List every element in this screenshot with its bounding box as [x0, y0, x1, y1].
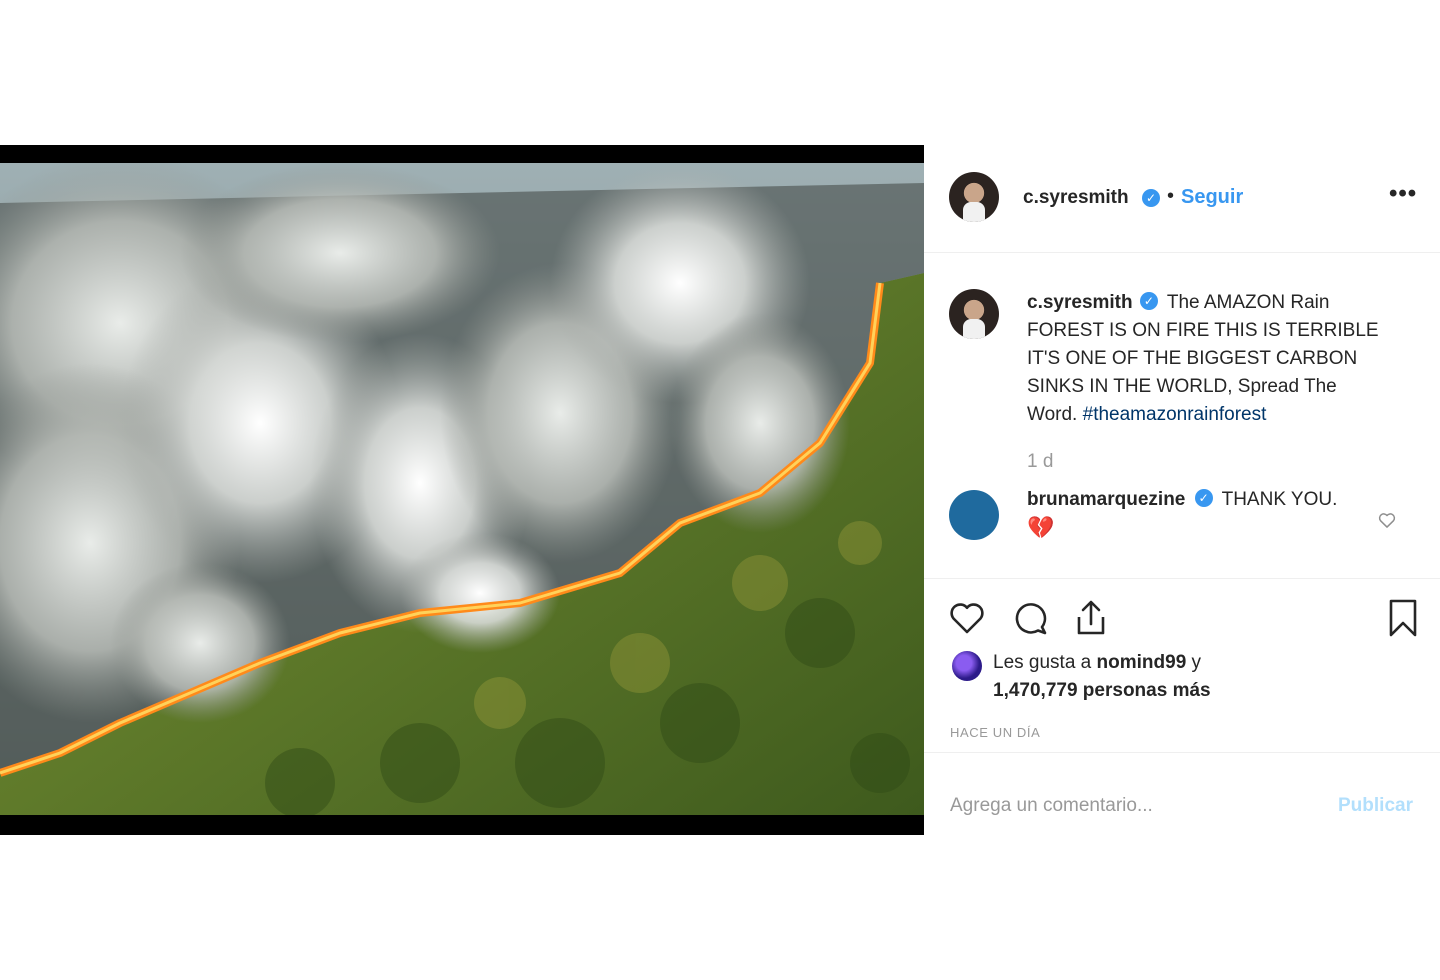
post-media-frame	[0, 145, 924, 835]
reply-comment: brunamarquezine ✓ THANK YOU. 💔	[1027, 486, 1367, 544]
publish-button[interactable]: Publicar	[1338, 795, 1413, 817]
reply-author-username[interactable]: brunamarquezine	[1027, 489, 1185, 510]
likes-first-user[interactable]: nomind99	[1097, 652, 1187, 673]
likes-conjunction: y	[1191, 652, 1202, 673]
separator-dot: •	[1167, 185, 1175, 207]
verified-icon: ✓	[1142, 189, 1160, 207]
likes-summary: Les gusta a nomind99 y 1,470,779 persona…	[993, 649, 1211, 705]
broken-heart-emoji: 💔	[1027, 515, 1055, 540]
post-image-amazon-fire[interactable]	[0, 163, 924, 815]
comment-input[interactable]	[950, 791, 1310, 821]
caption-age[interactable]: 1 d	[1027, 451, 1053, 473]
like-heart-icon[interactable]	[946, 597, 988, 639]
comment-icon[interactable]	[1009, 597, 1051, 639]
reply-like-heart-icon[interactable]	[1377, 510, 1397, 530]
liker-avatar[interactable]	[952, 651, 982, 681]
caption-author-username[interactable]: c.syresmith	[1027, 292, 1133, 313]
post-side-panel: c.syresmith ✓ • Seguir ••• c.syresmith ✓…	[924, 145, 1440, 835]
likes-count-link[interactable]: 1,470,779 personas más	[993, 680, 1211, 701]
add-comment-bar: Publicar	[924, 753, 1440, 835]
follow-button[interactable]: Seguir	[1181, 186, 1243, 209]
verified-icon: ✓	[1194, 489, 1213, 508]
caption-hashtag-link[interactable]: #theamazonrainforest	[1083, 404, 1267, 425]
likes-prefix: Les gusta a	[993, 652, 1092, 673]
fire-illustration	[0, 163, 924, 815]
share-icon[interactable]	[1070, 597, 1112, 639]
post-time-ago[interactable]: HACE UN DÍA	[950, 725, 1040, 740]
bookmark-icon[interactable]	[1382, 597, 1424, 639]
post-actions: Les gusta a nomind99 y 1,470,779 persona…	[924, 579, 1440, 753]
author-username[interactable]: c.syresmith	[1023, 187, 1129, 209]
reply-author-avatar[interactable]	[949, 490, 999, 540]
comments-section: c.syresmith ✓ The AMAZON Rain FOREST IS …	[924, 253, 1440, 579]
reply-text: THANK YOU.	[1221, 489, 1338, 510]
verified-icon: ✓	[1139, 292, 1158, 311]
author-avatar[interactable]	[949, 172, 999, 222]
more-options-icon[interactable]: •••	[1389, 180, 1417, 208]
post-header: c.syresmith ✓ • Seguir •••	[924, 145, 1440, 253]
post-caption: c.syresmith ✓ The AMAZON Rain FOREST IS …	[1027, 289, 1387, 429]
caption-author-avatar[interactable]	[949, 289, 999, 339]
